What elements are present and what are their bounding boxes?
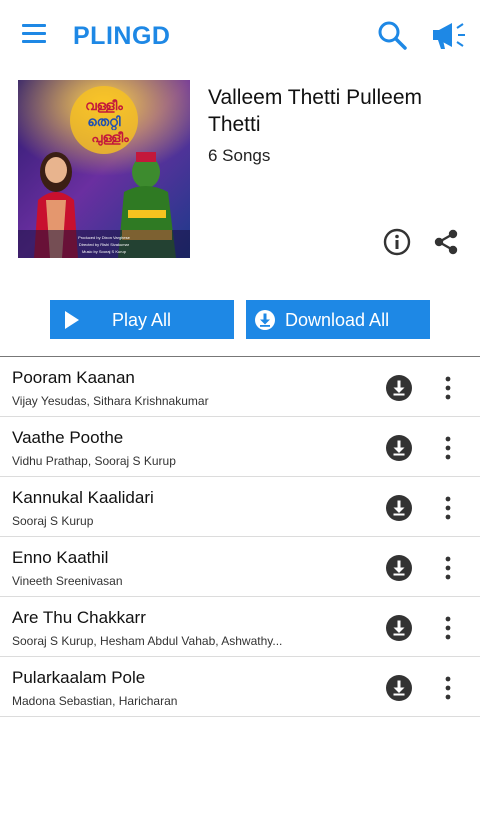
download-icon[interactable]	[386, 615, 412, 641]
song-title: Enno Kaathil	[12, 548, 109, 567]
song-row[interactable]: Are Thu Chakkarr Sooraj S Kurup, Hesham …	[0, 597, 480, 657]
download-all-label: Download All	[285, 310, 390, 330]
song-row[interactable]: Pooram Kaanan Vijay Yesudas, Sithara Kri…	[0, 357, 480, 417]
song-title: Vaathe Poothe	[12, 428, 124, 447]
app-title: PLINGD	[73, 22, 171, 50]
download-icon[interactable]	[386, 435, 412, 461]
share-icon[interactable]	[432, 228, 460, 256]
download-icon[interactable]	[386, 495, 412, 521]
song-row[interactable]: Kannukal Kaalidari Sooraj S Kurup	[0, 477, 480, 537]
song-artists: Sooraj S Kurup, Hesham Abdul Vahab, Ashw…	[12, 634, 283, 648]
svg-text:തെറ്റി: തെറ്റി	[87, 114, 120, 130]
play-all-label: Play All	[112, 310, 172, 330]
more-vert-icon[interactable]	[438, 555, 458, 581]
download-all-button[interactable]: Download All	[246, 300, 430, 339]
download-icon[interactable]	[386, 375, 412, 401]
search-icon[interactable]	[377, 20, 407, 50]
song-title: Pularkaalam Pole	[12, 668, 146, 687]
megaphone-icon[interactable]	[430, 18, 468, 50]
svg-text:വള്ളീം: വള്ളീം	[85, 98, 123, 114]
song-artists: Vijay Yesudas, Sithara Krishnakumar	[12, 394, 209, 408]
song-artists: Vidhu Prathap, Sooraj S Kurup	[12, 454, 176, 468]
download-icon	[255, 310, 275, 330]
more-vert-icon[interactable]	[438, 675, 458, 701]
album-cover: വള്ളീം തെറ്റി പുള്ളീം Produced by Dixon …	[18, 80, 190, 258]
svg-text:Music by Sooraj S Kurup: Music by Sooraj S Kurup	[82, 249, 127, 254]
svg-text:Produced by Dixon Varghese: Produced by Dixon Varghese	[78, 235, 131, 240]
song-title: Are Thu Chakkarr	[12, 608, 146, 627]
song-title: Pooram Kaanan	[12, 368, 135, 387]
svg-text:പുള്ളീം: പുള്ളീം	[91, 130, 129, 147]
song-count: 6 Songs	[208, 146, 271, 165]
more-vert-icon[interactable]	[438, 375, 458, 401]
svg-text:Directed by Rishi Sivakumar: Directed by Rishi Sivakumar	[79, 242, 130, 247]
play-all-button[interactable]: Play All	[50, 300, 234, 339]
album-title: Valleem Thetti Pulleem Thetti	[208, 86, 422, 136]
song-title: Kannukal Kaalidari	[12, 488, 154, 507]
song-artists: Madona Sebastian, Haricharan	[12, 694, 178, 708]
song-list: Pooram Kaanan Vijay Yesudas, Sithara Kri…	[0, 357, 480, 717]
more-vert-icon[interactable]	[438, 435, 458, 461]
song-row[interactable]: Pularkaalam Pole Madona Sebastian, Haric…	[0, 657, 480, 717]
song-artists: Vineeth Sreenivasan	[12, 574, 123, 588]
menu-icon[interactable]	[22, 24, 46, 44]
app-bar: PLINGD	[0, 0, 480, 70]
song-row[interactable]: Vaathe Poothe Vidhu Prathap, Sooraj S Ku…	[0, 417, 480, 477]
song-artists: Sooraj S Kurup	[12, 514, 94, 528]
info-icon[interactable]	[383, 228, 411, 256]
download-icon[interactable]	[386, 555, 412, 581]
more-vert-icon[interactable]	[438, 495, 458, 521]
play-icon	[65, 311, 79, 329]
download-icon[interactable]	[386, 675, 412, 701]
song-row[interactable]: Enno Kaathil Vineeth Sreenivasan	[0, 537, 480, 597]
more-vert-icon[interactable]	[438, 615, 458, 641]
